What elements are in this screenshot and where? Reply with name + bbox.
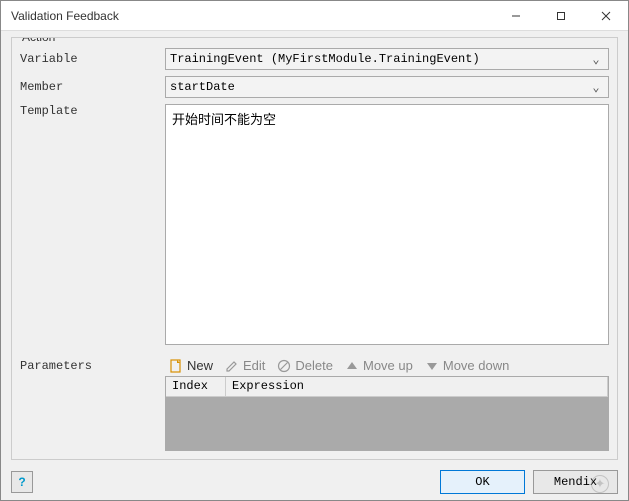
new-icon — [169, 359, 183, 373]
member-row: Member startDate ⌄ — [20, 76, 609, 98]
moveup-icon — [345, 359, 359, 373]
grid-header: Index Expression — [166, 377, 608, 397]
delete-icon — [277, 359, 291, 373]
grid-col-expression[interactable]: Expression — [226, 377, 608, 396]
movedown-icon — [425, 359, 439, 373]
dialog-window: Validation Feedback Action Variable Trai… — [0, 0, 629, 501]
movedown-button[interactable]: Move down — [425, 358, 509, 373]
dialog-footer: ? OK Mendix — [1, 464, 628, 500]
member-label: Member — [20, 80, 165, 94]
variable-label: Variable — [20, 52, 165, 66]
parameters-toolbar: New Edit Delete — [165, 355, 609, 376]
variable-value: TrainingEvent (MyFirstModule.TrainingEve… — [170, 52, 588, 66]
dialog-content: Action Variable TrainingEvent (MyFirstMo… — [1, 31, 628, 464]
cancel-label: Mendix — [554, 475, 597, 489]
minimize-icon — [511, 11, 521, 21]
parameters-label: Parameters — [20, 355, 165, 451]
parameters-section: Parameters New Edit — [20, 355, 609, 451]
parameters-grid[interactable]: Index Expression — [165, 376, 609, 451]
help-button[interactable]: ? — [11, 471, 33, 493]
ok-button[interactable]: OK — [440, 470, 525, 494]
variable-combo[interactable]: TrainingEvent (MyFirstModule.TrainingEve… — [165, 48, 609, 70]
new-label: New — [187, 358, 213, 373]
movedown-label: Move down — [443, 358, 509, 373]
moveup-label: Move up — [363, 358, 413, 373]
member-combo[interactable]: startDate ⌄ — [165, 76, 609, 98]
window-title: Validation Feedback — [11, 9, 493, 23]
moveup-button[interactable]: Move up — [345, 358, 413, 373]
template-textarea[interactable] — [165, 104, 609, 345]
edit-icon — [225, 359, 239, 373]
template-label: Template — [20, 104, 165, 345]
edit-button[interactable]: Edit — [225, 358, 265, 373]
template-row: Template — [20, 104, 609, 345]
ok-label: OK — [475, 475, 489, 489]
variable-row: Variable TrainingEvent (MyFirstModule.Tr… — [20, 48, 609, 70]
chevron-down-icon: ⌄ — [588, 80, 604, 95]
action-fieldset: Action Variable TrainingEvent (MyFirstMo… — [11, 37, 618, 460]
maximize-icon — [556, 11, 566, 21]
titlebar: Validation Feedback — [1, 1, 628, 31]
delete-label: Delete — [295, 358, 333, 373]
maximize-button[interactable] — [538, 1, 583, 31]
grid-body — [166, 397, 608, 451]
delete-button[interactable]: Delete — [277, 358, 333, 373]
minimize-button[interactable] — [493, 1, 538, 31]
close-icon — [601, 11, 611, 21]
cancel-button[interactable]: Mendix — [533, 470, 618, 494]
help-icon: ? — [18, 475, 25, 489]
edit-label: Edit — [243, 358, 265, 373]
chevron-down-icon: ⌄ — [588, 52, 604, 67]
grid-col-index[interactable]: Index — [166, 377, 226, 396]
action-legend: Action — [18, 37, 59, 44]
new-button[interactable]: New — [169, 358, 213, 373]
close-button[interactable] — [583, 1, 628, 31]
member-value: startDate — [170, 80, 588, 94]
